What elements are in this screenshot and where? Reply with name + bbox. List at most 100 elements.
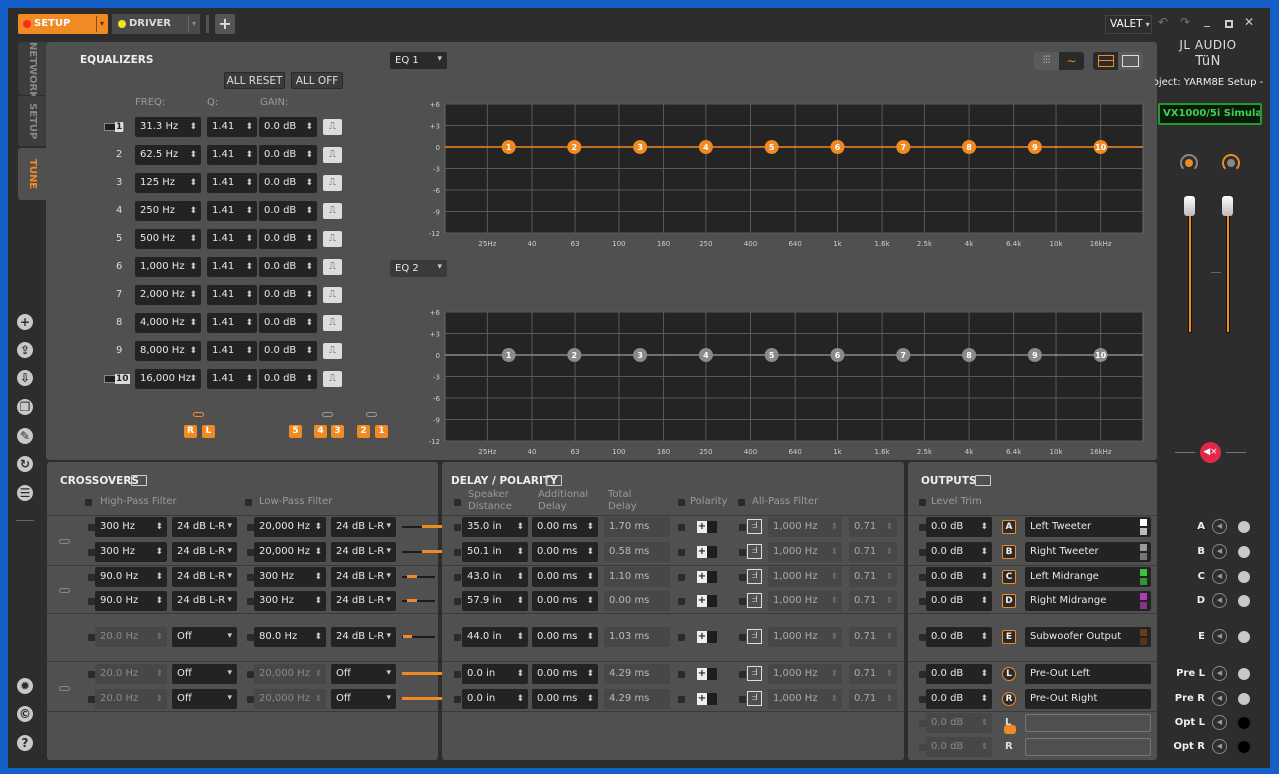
all-pass-icon[interactable]: ᖵ bbox=[747, 569, 762, 584]
speaker-icon[interactable]: ◀ bbox=[1212, 629, 1227, 644]
tab-setup[interactable]: SETUP ▾ bbox=[18, 14, 108, 34]
polarity-toggle[interactable]: + bbox=[697, 631, 717, 643]
hpf-slope-select[interactable]: Off bbox=[172, 664, 237, 684]
tab-driver[interactable]: DRIVER ▾ bbox=[112, 14, 200, 34]
lpf-row-checkbox[interactable] bbox=[247, 574, 254, 581]
additional-delay-input[interactable]: 0.00 ms bbox=[532, 517, 598, 537]
undo-icon[interactable]: ↶ bbox=[1158, 15, 1168, 29]
polarity-row-checkbox[interactable] bbox=[678, 598, 685, 605]
output-color-swatch[interactable] bbox=[1140, 629, 1147, 636]
speaker-distance-input[interactable]: 0.0 in bbox=[462, 664, 528, 684]
lpf-row-checkbox[interactable] bbox=[247, 696, 254, 703]
output-row-checkbox[interactable] bbox=[919, 720, 926, 727]
level-trim-input[interactable]: 0.0 dB bbox=[926, 591, 992, 611]
distance-row-checkbox[interactable] bbox=[454, 696, 461, 703]
output-row-checkbox[interactable] bbox=[919, 549, 926, 556]
speaker-distance-input[interactable]: 35.0 in bbox=[462, 517, 528, 537]
polarity-checkbox[interactable] bbox=[678, 499, 685, 506]
speaker-distance-input[interactable]: 0.0 in bbox=[462, 689, 528, 709]
all-pass-icon[interactable]: ᖵ bbox=[747, 593, 762, 608]
output-name-input[interactable]: Right Midrange bbox=[1025, 591, 1151, 611]
additional-delay-input[interactable]: 0.00 ms bbox=[532, 664, 598, 684]
lpf-freq-input[interactable]: 300 Hz bbox=[254, 591, 326, 611]
level-trim-input[interactable]: 0.0 dB bbox=[926, 664, 992, 684]
polarity-row-checkbox[interactable] bbox=[678, 574, 685, 581]
output-color-swatch-edit[interactable] bbox=[1140, 638, 1147, 645]
polarity-toggle[interactable]: + bbox=[697, 521, 717, 533]
polarity-toggle[interactable]: + bbox=[697, 571, 717, 583]
output-row-checkbox[interactable] bbox=[919, 524, 926, 531]
master-fader-handle[interactable] bbox=[1222, 196, 1233, 216]
polarity-row-checkbox[interactable] bbox=[678, 671, 685, 678]
lpf-slope-select[interactable]: 24 dB L-R bbox=[331, 542, 396, 562]
hpf-row-checkbox[interactable] bbox=[88, 574, 95, 581]
distance-row-checkbox[interactable] bbox=[454, 598, 461, 605]
reset-icon[interactable]: ↻ bbox=[17, 456, 33, 472]
hpf-row-checkbox[interactable] bbox=[88, 549, 95, 556]
hpf-checkbox[interactable] bbox=[85, 499, 92, 506]
level-trim-input[interactable]: 0.0 dB bbox=[926, 567, 992, 587]
all-pass-icon[interactable]: ᖵ bbox=[747, 544, 762, 559]
all-pass-icon[interactable]: ᖵ bbox=[747, 666, 762, 681]
level-trim-input[interactable]: 0.0 dB bbox=[926, 689, 992, 709]
hpf-slope-select[interactable]: 24 dB L-R bbox=[172, 591, 237, 611]
lpf-row-checkbox[interactable] bbox=[247, 598, 254, 605]
all-pass-checkbox[interactable] bbox=[738, 499, 745, 506]
additional-delay-input[interactable]: 0.00 ms bbox=[532, 591, 598, 611]
graph-icon[interactable] bbox=[131, 475, 147, 486]
link-icon[interactable] bbox=[59, 588, 70, 593]
output-color-swatch-edit[interactable] bbox=[1140, 528, 1147, 535]
valet-dropdown[interactable]: VALET ▾ bbox=[1105, 15, 1152, 34]
all-pass-icon[interactable]: ᖵ bbox=[747, 629, 762, 644]
side-tab-setup[interactable]: SETUP bbox=[18, 96, 46, 146]
distance-checkbox[interactable] bbox=[454, 499, 461, 506]
level-trim-input[interactable]: 0.0 dB bbox=[926, 517, 992, 537]
lpf-slope-select[interactable]: 24 dB L-R bbox=[331, 591, 396, 611]
polarity-toggle[interactable]: + bbox=[697, 595, 717, 607]
speaker-distance-input[interactable]: 57.9 in bbox=[462, 591, 528, 611]
lpf-row-checkbox[interactable] bbox=[247, 634, 254, 641]
graph-icon[interactable] bbox=[975, 475, 991, 486]
all-pass-row-checkbox[interactable] bbox=[739, 598, 746, 605]
settings-icon[interactable]: ✹ bbox=[17, 678, 33, 694]
output-name-input[interactable]: Right Tweeter bbox=[1025, 542, 1151, 562]
additional-delay-input[interactable]: 0.00 ms bbox=[532, 542, 598, 562]
redo-icon[interactable]: ↷ bbox=[1180, 15, 1190, 29]
speaker-distance-input[interactable]: 43.0 in bbox=[462, 567, 528, 587]
output-name-input[interactable]: Left Tweeter bbox=[1025, 517, 1151, 537]
link-icon[interactable] bbox=[59, 686, 70, 691]
hpf-row-checkbox[interactable] bbox=[88, 634, 95, 641]
lpf-slope-select[interactable]: 24 dB L-R bbox=[331, 567, 396, 587]
lpf-slope-select[interactable]: Off bbox=[331, 689, 396, 709]
all-pass-icon[interactable]: ᖵ bbox=[747, 519, 762, 534]
lpf-row-checkbox[interactable] bbox=[247, 524, 254, 531]
speaker-icon[interactable]: ◀ bbox=[1212, 569, 1227, 584]
distance-row-checkbox[interactable] bbox=[454, 524, 461, 531]
hpf-slope-select[interactable]: 24 dB L-R bbox=[172, 542, 237, 562]
all-pass-row-checkbox[interactable] bbox=[739, 574, 746, 581]
distance-row-checkbox[interactable] bbox=[454, 671, 461, 678]
lpf-slope-select[interactable]: Off bbox=[331, 664, 396, 684]
output-name-input[interactable]: Subwoofer Output bbox=[1025, 627, 1151, 647]
level-trim-input[interactable]: 0.0 dB bbox=[926, 542, 992, 562]
hpf-freq-input[interactable]: 300 Hz bbox=[95, 517, 167, 537]
lpf-slope-select[interactable]: 24 dB L-R bbox=[331, 627, 396, 647]
all-pass-row-checkbox[interactable] bbox=[739, 634, 746, 641]
speaker-icon[interactable]: ◀ bbox=[1212, 544, 1227, 559]
output-name-input[interactable]: Left Midrange bbox=[1025, 567, 1151, 587]
copy-icon[interactable]: ❐ bbox=[17, 399, 33, 415]
additional-delay-input[interactable]: 0.00 ms bbox=[532, 567, 598, 587]
hpf-row-checkbox[interactable] bbox=[88, 696, 95, 703]
optical-link-icon[interactable] bbox=[1004, 725, 1016, 734]
hpf-slope-select[interactable]: Off bbox=[172, 627, 237, 647]
distance-row-checkbox[interactable] bbox=[454, 549, 461, 556]
output-name-input[interactable]: Pre-Out Left bbox=[1025, 664, 1151, 684]
output-row-checkbox[interactable] bbox=[919, 574, 926, 581]
upload-icon[interactable]: ⇪ bbox=[17, 342, 33, 358]
output-row-checkbox[interactable] bbox=[919, 634, 926, 641]
output-color-swatch-edit[interactable] bbox=[1140, 578, 1147, 585]
maximize-button[interactable] bbox=[1225, 20, 1233, 28]
lpf-row-checkbox[interactable] bbox=[247, 671, 254, 678]
copyright-icon[interactable]: © bbox=[17, 706, 33, 722]
lpf-slope-select[interactable]: 24 dB L-R bbox=[331, 517, 396, 537]
